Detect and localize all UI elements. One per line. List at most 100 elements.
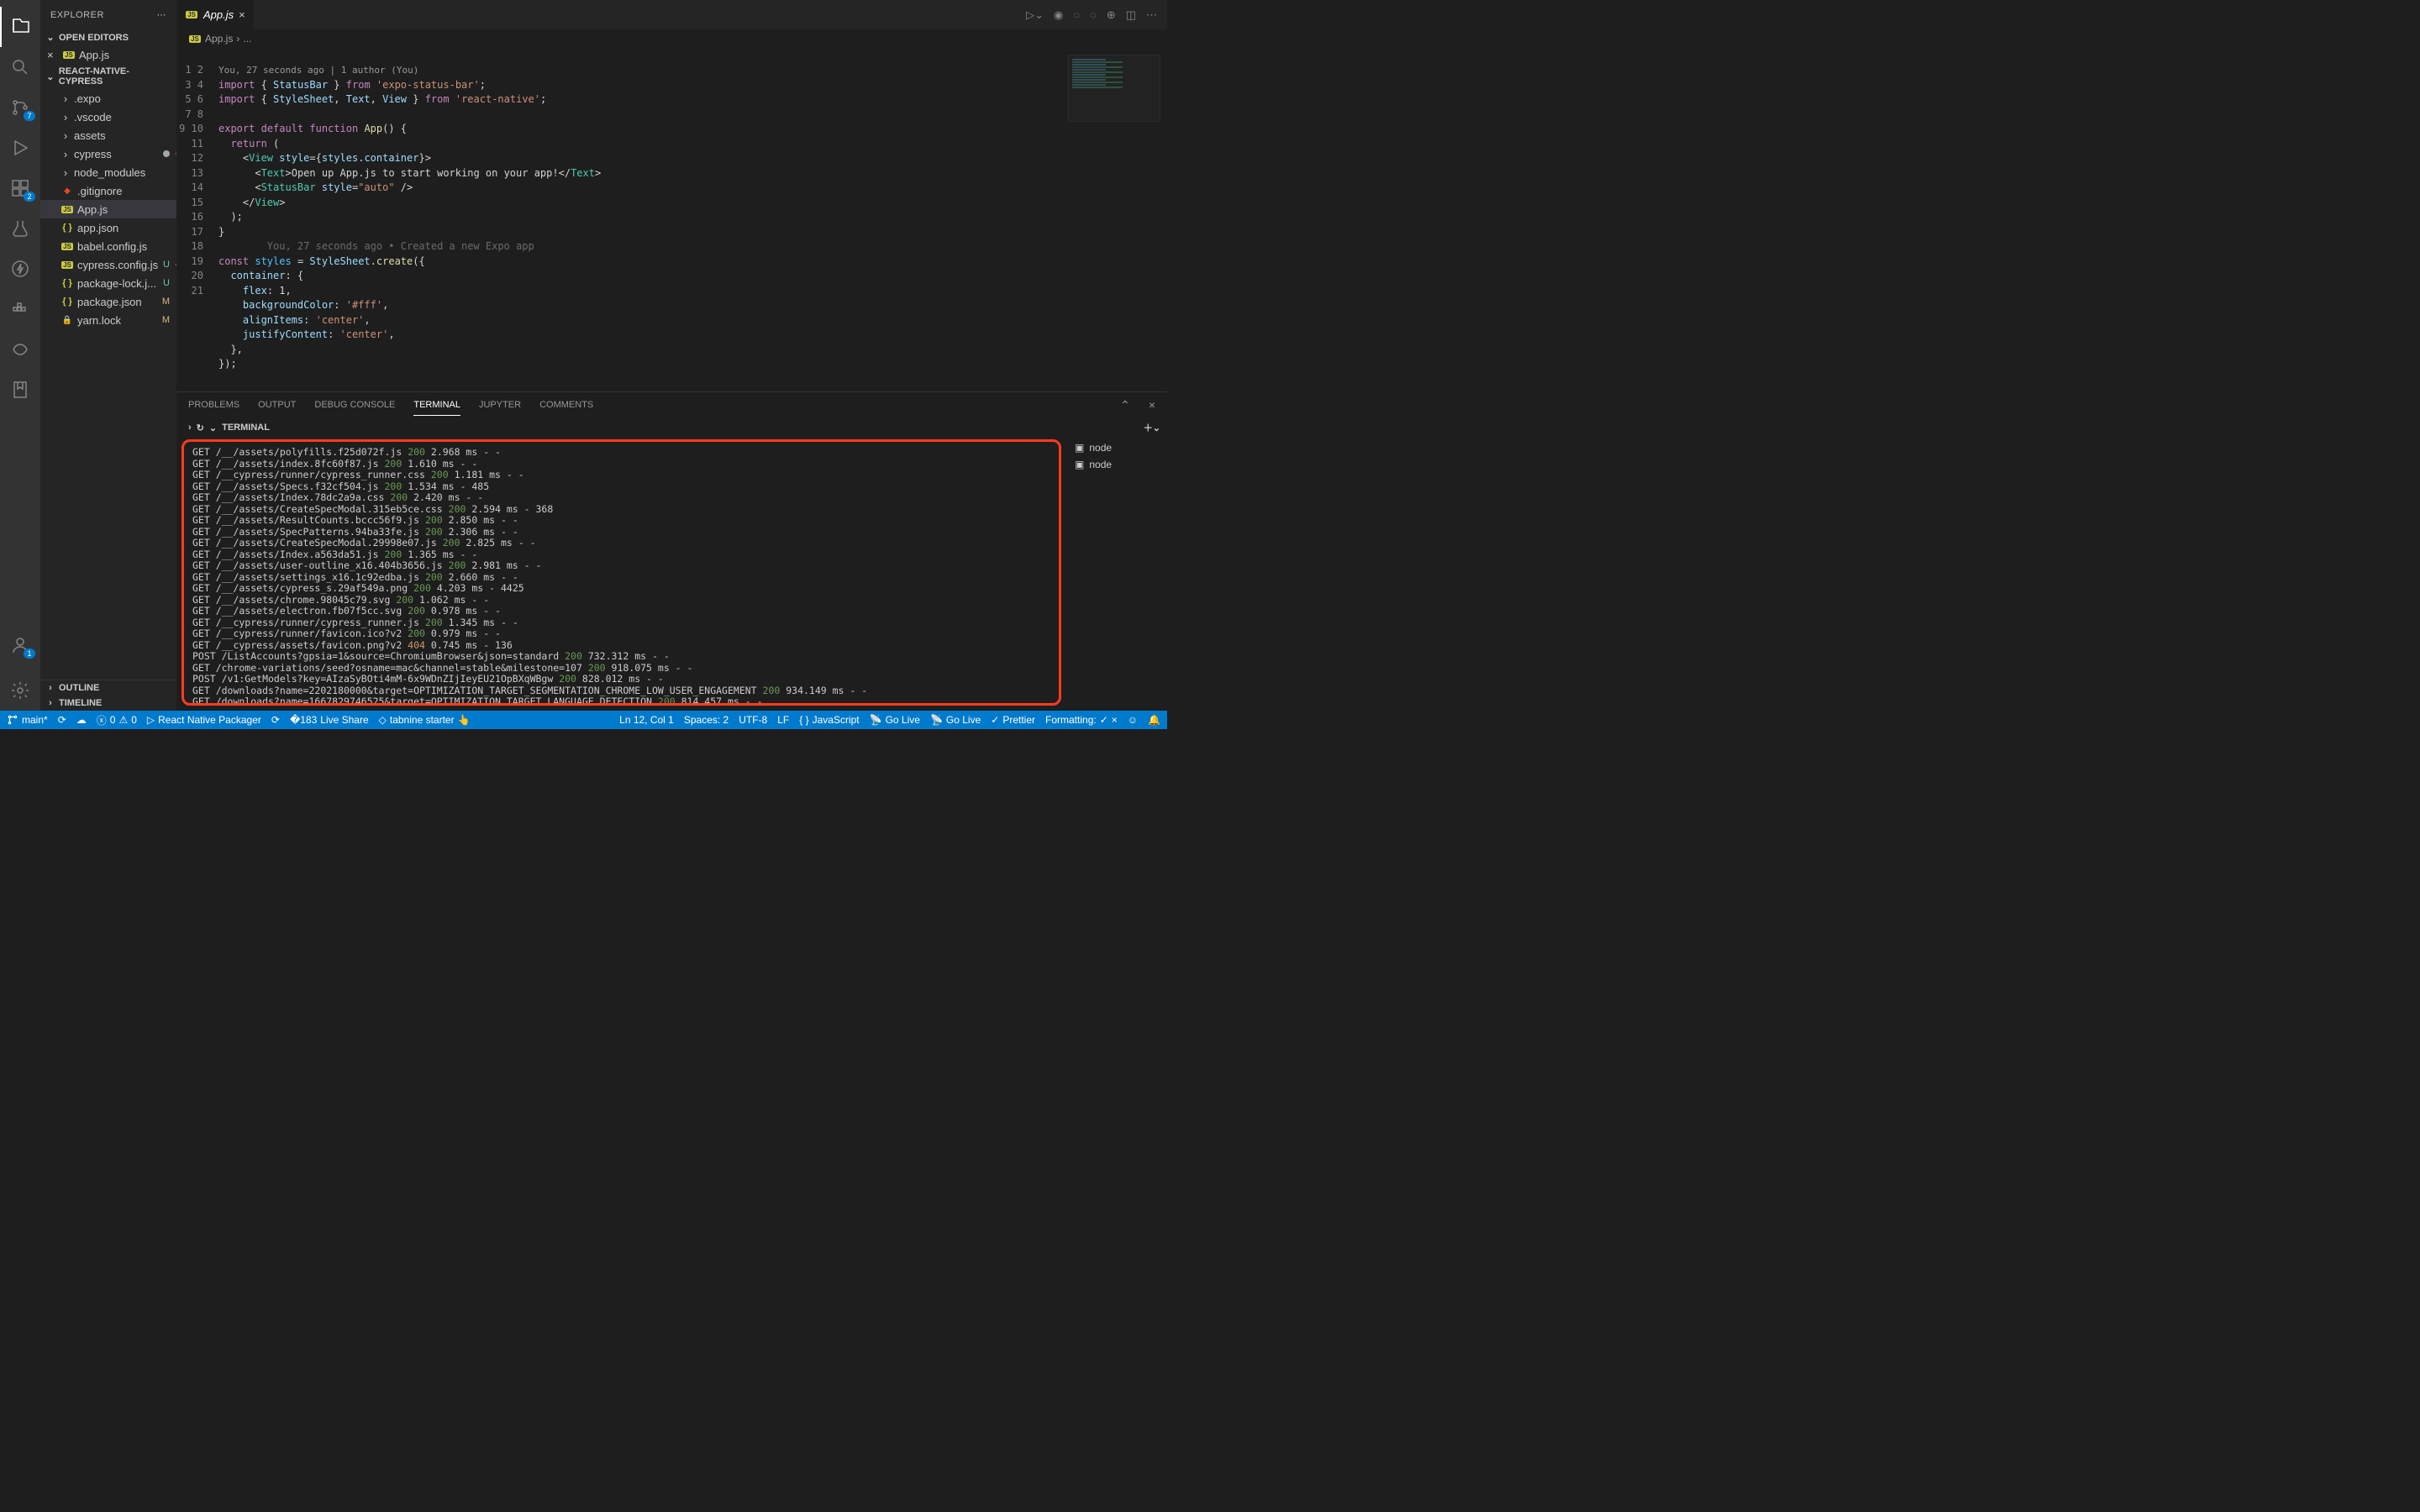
timeline-header[interactable]: › TIMELINE xyxy=(40,696,176,711)
panel-tab-problems[interactable]: PROBLEMS xyxy=(188,395,239,415)
chevron-right-icon[interactable]: › xyxy=(188,423,192,433)
compare-icon[interactable]: ◉ xyxy=(1054,8,1063,22)
chevron-right-icon: › xyxy=(60,166,71,179)
open-editors-header[interactable]: ⌄ OPEN EDITORS xyxy=(40,29,176,45)
editor-tab[interactable]: JS App.js × xyxy=(176,0,255,29)
panel-tab-comments[interactable]: COMMENTS xyxy=(539,395,593,415)
language-mode[interactable]: { }JavaScript xyxy=(799,714,859,726)
chevron-right-icon: › xyxy=(60,92,71,105)
bell-icon[interactable]: 🔔 xyxy=(1148,714,1160,726)
bookmark-icon[interactable] xyxy=(0,370,40,410)
indentation[interactable]: Spaces: 2 xyxy=(684,714,729,726)
extensions-icon[interactable]: 2 xyxy=(0,168,40,208)
folder-item[interactable]: ›.expo xyxy=(40,89,176,108)
formatting-button[interactable]: Formatting:✓× xyxy=(1045,714,1118,726)
extensions-badge: 2 xyxy=(24,192,35,202)
sidebar-title: EXPLORER xyxy=(50,10,104,20)
chevron-right-icon: › xyxy=(60,148,71,160)
terminal-instance[interactable]: ▣node xyxy=(1073,456,1160,473)
cloud-icon[interactable]: ☁ xyxy=(76,714,87,726)
git-status-badge: U xyxy=(163,260,170,270)
close-tab-icon[interactable]: × xyxy=(239,8,245,21)
account-badge: 1 xyxy=(24,648,35,659)
file-tree: ›.expo›.vscode›assets›cypress›node_modul… xyxy=(40,89,176,329)
sidebar-header: EXPLORER ⋯ xyxy=(40,0,176,29)
reload-icon[interactable]: ⟳ xyxy=(271,714,280,726)
problems-indicator[interactable]: ⓧ0 ⚠0 xyxy=(97,713,137,727)
nav-back-icon[interactable]: ◌ xyxy=(1073,8,1080,22)
source-control-icon[interactable]: 7 xyxy=(0,87,40,128)
project-header[interactable]: ⌄ REACT-NATIVE-CYPRESS xyxy=(40,64,176,89)
folder-item[interactable]: ›cypress xyxy=(40,144,176,163)
split-icon[interactable]: ◫ xyxy=(1126,8,1136,22)
terminal-output[interactable]: GET /__/assets/polyfills.f25d072f.js 200… xyxy=(182,439,1061,706)
run-debug-icon[interactable] xyxy=(0,128,40,168)
file-item[interactable]: { }package.jsonM xyxy=(40,292,176,311)
tab-actions: ▷⌄ ◉ ◌ ◌ ⊕ ◫ ⋯ xyxy=(1026,8,1167,22)
cursor-position[interactable]: Ln 12, Col 1 xyxy=(619,714,674,726)
go-live-button-2[interactable]: 📡Go Live xyxy=(930,714,981,726)
panel-tab-output[interactable]: OUTPUT xyxy=(258,395,296,415)
prettier-button[interactable]: ✓Prettier xyxy=(991,714,1035,726)
sync-icon[interactable]: ⟳ xyxy=(58,714,66,726)
maximize-panel-icon[interactable]: ⌃ xyxy=(1120,398,1130,412)
file-item[interactable]: JSbabel.config.js xyxy=(40,237,176,255)
explorer-sidebar: EXPLORER ⋯ ⌄ OPEN EDITORS × JS App.js ⌄ … xyxy=(40,0,176,711)
git-icon[interactable]: ⊕ xyxy=(1107,8,1116,22)
file-item[interactable]: { }app.json xyxy=(40,218,176,237)
feedback-icon[interactable]: ☺ xyxy=(1128,714,1138,726)
file-item[interactable]: JScypress.config.jsU xyxy=(40,255,176,274)
docker-icon[interactable] xyxy=(0,289,40,329)
panel-tab-terminal[interactable]: TERMINAL xyxy=(413,395,460,416)
activity-bar: 7 2 1 xyxy=(0,0,40,711)
account-icon[interactable]: 1 xyxy=(0,625,40,665)
explorer-icon[interactable] xyxy=(0,7,40,47)
minimap[interactable] xyxy=(1068,55,1160,122)
more-icon[interactable]: ⋯ xyxy=(1146,8,1157,22)
branch-indicator[interactable]: main* xyxy=(7,714,48,726)
git-status-badge: M xyxy=(162,297,170,307)
dirty-indicator xyxy=(163,150,170,157)
file-item[interactable]: 🔒yarn.lockM xyxy=(40,311,176,329)
new-terminal-icon[interactable]: ＋⌄ xyxy=(1144,421,1160,434)
close-panel-icon[interactable]: × xyxy=(1149,398,1155,412)
editor-area: JS App.js × ▷⌄ ◉ ◌ ◌ ⊕ ◫ ⋯ JS App.js › .… xyxy=(176,0,1167,711)
chevron-right-icon: › xyxy=(45,698,55,708)
file-item[interactable]: ◆.gitignore xyxy=(40,181,176,200)
bottom-panel: PROBLEMS OUTPUT DEBUG CONSOLE TERMINAL JUPYT… xyxy=(176,391,1167,711)
testing-icon[interactable] xyxy=(0,208,40,249)
folder-item[interactable]: ›assets xyxy=(40,126,176,144)
panel-tab-debug-console[interactable]: DEBUG CONSOLE xyxy=(314,395,395,415)
file-item[interactable]: { }package-lock.j...U xyxy=(40,274,176,292)
close-icon[interactable]: × xyxy=(47,49,59,61)
code-editor[interactable]: 1 2 3 4 5 6 7 8 9 10 11 12 13 14 15 16 1… xyxy=(176,48,1167,391)
live-share-button[interactable]: �183Live Share xyxy=(290,714,369,726)
chevron-down-icon: ⌄ xyxy=(209,423,217,433)
share-icon[interactable] xyxy=(0,329,40,370)
open-editor-item[interactable]: × JS App.js xyxy=(40,45,176,64)
tabnine-indicator[interactable]: ◇tabnine starter👆 xyxy=(379,714,471,726)
settings-gear-icon[interactable] xyxy=(0,670,40,711)
run-icon[interactable]: ▷⌄ xyxy=(1026,8,1044,22)
encoding[interactable]: UTF-8 xyxy=(739,714,767,726)
eol[interactable]: LF xyxy=(777,714,789,726)
go-live-button[interactable]: 📡Go Live xyxy=(870,714,920,726)
file-item[interactable]: JSApp.js xyxy=(40,200,176,218)
history-icon[interactable]: ↻ xyxy=(197,423,204,433)
code-content[interactable]: You, 27 seconds ago | 1 author (You)impo… xyxy=(218,48,1167,391)
breadcrumb[interactable]: JS App.js › ... xyxy=(176,29,1167,48)
terminal-instance[interactable]: ▣node xyxy=(1073,439,1160,456)
outline-header[interactable]: › OUTLINE xyxy=(40,680,176,696)
folder-item[interactable]: ›.vscode xyxy=(40,108,176,126)
nav-fwd-icon[interactable]: ◌ xyxy=(1090,8,1097,22)
search-icon[interactable] xyxy=(0,47,40,87)
thunder-icon[interactable] xyxy=(0,249,40,289)
terminal-list: ▣node▣node xyxy=(1066,438,1167,711)
scm-badge: 7 xyxy=(24,111,35,121)
panel-tabs: PROBLEMS OUTPUT DEBUG CONSOLE TERMINAL JUPYT… xyxy=(176,392,1167,417)
packager-indicator[interactable]: ▷React Native Packager xyxy=(147,714,261,726)
panel-tab-jupyter[interactable]: JUPYTER xyxy=(479,395,521,415)
folder-item[interactable]: ›node_modules xyxy=(40,163,176,181)
status-bar: main* ⟳ ☁ ⓧ0 ⚠0 ▷React Native Packager ⟳… xyxy=(0,711,1167,729)
more-icon[interactable]: ⋯ xyxy=(157,9,167,20)
